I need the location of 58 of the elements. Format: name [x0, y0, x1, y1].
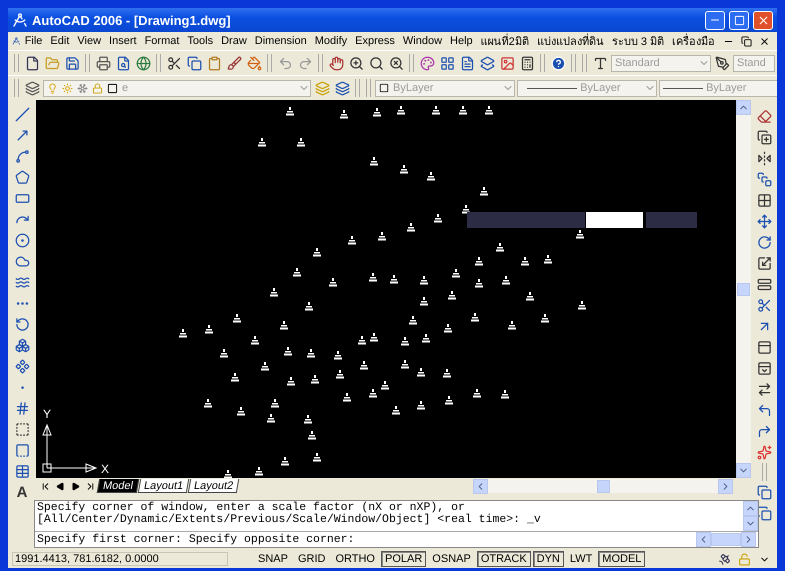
command-history-line: Specify corner of window, enter a scale factor (nX or nXP), or [37, 502, 465, 514]
command-line[interactable]: Specify first corner: Specify opposite corner: [37, 534, 696, 546]
x-axis-label: X [101, 462, 110, 476]
layout-tab[interactable]: Layout1 [138, 479, 190, 493]
status-toggle[interactable]: MODEL [598, 551, 646, 567]
menu-item[interactable]: View [73, 35, 106, 47]
status-toggle[interactable]: POLAR [381, 551, 426, 567]
overlay-bar [646, 212, 697, 228]
scroll-down-button[interactable] [736, 463, 751, 478]
window-title: AutoCAD 2006 - [Drawing1.dwg] [32, 12, 232, 28]
menu-item[interactable]: Draw [217, 35, 251, 47]
y-axis-label: Y [43, 407, 52, 421]
maximize-icon [734, 14, 744, 26]
menu-item[interactable]: ระบบ 3 มิติ [608, 32, 668, 50]
color-square-icon [107, 82, 118, 94]
scroll-up-button[interactable] [743, 501, 758, 516]
command-history-line: [All/Center/Dynamic/Extents/Previous/Scale/Window/Object] <real time>: _v [37, 514, 542, 526]
ucs-axes-icon [42, 424, 98, 472]
menu-item[interactable]: Help [446, 35, 477, 47]
menu-item[interactable]: Insert [105, 35, 141, 47]
menu-item[interactable]: Express [351, 35, 399, 47]
menu-item[interactable]: File [20, 35, 46, 47]
menu-item[interactable]: Window [398, 35, 446, 47]
scroll-right-button[interactable] [718, 478, 733, 494]
menu-item[interactable]: Tools [183, 35, 218, 47]
scroll-right-button[interactable] [741, 532, 756, 547]
scroll-down-button[interactable] [743, 516, 758, 531]
minimize-button[interactable] [705, 10, 725, 30]
color-swatch-icon [379, 83, 389, 93]
layout-tab[interactable]: Layout2 [188, 479, 240, 493]
scroll-left-button[interactable] [473, 478, 488, 494]
multiline-text-tool[interactable]: A [13, 482, 31, 502]
menu-item[interactable]: Format [140, 35, 184, 47]
menu-item[interactable]: แบ่งแปลงที่ดิน [532, 32, 608, 50]
scroll-up-button[interactable] [736, 100, 751, 115]
maximize-button[interactable] [729, 10, 749, 30]
status-toggle[interactable]: DYN [532, 551, 564, 567]
overlay-highlight [586, 212, 643, 228]
lightbulb-icon [47, 82, 58, 94]
app-logo-icon [12, 12, 28, 28]
freeze-icon [77, 82, 88, 94]
sun-icon [62, 82, 73, 94]
menu-item[interactable]: เครื่องมือ [668, 32, 719, 50]
drawing-canvas[interactable]: X Y [36, 100, 736, 478]
scroll-thumb[interactable] [596, 480, 610, 492]
scroll-left-button[interactable] [696, 532, 711, 547]
close-button[interactable] [753, 10, 773, 30]
scroll-thumb[interactable] [737, 282, 750, 296]
close-icon [756, 14, 770, 26]
scroll-thumb[interactable] [711, 533, 741, 546]
menu-item[interactable]: Modify [310, 35, 352, 47]
menu-item[interactable]: แผนที่2มิติ [476, 32, 533, 50]
menu-item[interactable]: Dimension [250, 35, 311, 47]
layout-tab[interactable]: Model [96, 479, 140, 493]
menu-item[interactable]: Edit [46, 35, 74, 47]
status-toggle[interactable]: OTRACK [476, 551, 531, 567]
lock-icon [92, 82, 103, 94]
coordinates-readout: 1991.4413, 781.6182, 0.0000 [12, 552, 228, 566]
